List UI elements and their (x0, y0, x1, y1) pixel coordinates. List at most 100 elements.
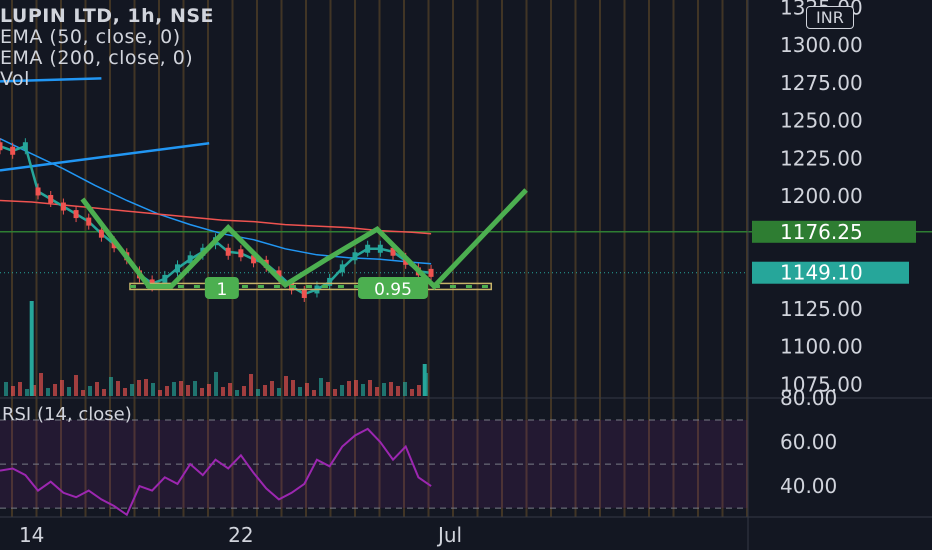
x-tick-label: 14 (19, 523, 44, 547)
candle-body (301, 289, 307, 298)
legend-ema50: EMA (50, close, 0) (0, 26, 181, 48)
volume-bar (221, 387, 225, 396)
candle-body (238, 249, 244, 258)
legend-ema200: EMA (200, close, 0) (0, 47, 194, 69)
volume-bar (361, 384, 365, 396)
volume-bar (214, 372, 218, 396)
y-tick-label: 1200.00 (780, 184, 863, 208)
volume-bar (39, 373, 43, 396)
volume-bar (333, 389, 337, 396)
y-tick-label: 1300.00 (780, 33, 863, 57)
volume-bar (200, 388, 204, 396)
candle-body (339, 264, 345, 273)
candle-body (225, 247, 231, 256)
candle-body (98, 229, 104, 238)
volume-bar (144, 379, 148, 396)
volume-bar (326, 382, 330, 396)
chart-root: 10.951325.001075.001100.001125.001150.00… (0, 0, 932, 550)
volume-bar (109, 377, 113, 396)
volume-bar (11, 386, 15, 396)
candle-body (0, 142, 3, 151)
volume-bar (263, 385, 267, 396)
volume-bar (256, 389, 260, 396)
volume-bar (4, 382, 8, 396)
pattern-ratio-label: 1 (216, 280, 227, 300)
candle-body (35, 187, 41, 196)
volume-bar (193, 381, 197, 396)
candle-body (86, 217, 92, 226)
x-tick-label: Jul (436, 523, 462, 547)
volume-bar (130, 384, 134, 396)
volume-bar (403, 382, 407, 396)
volume-bar (123, 388, 127, 396)
candle-body (365, 244, 371, 253)
volume-bar (382, 383, 386, 396)
volume-bar (137, 380, 141, 396)
rsi-tick-label: 60.00 (780, 430, 837, 454)
volume-bar (340, 385, 344, 396)
volume-bar (389, 382, 393, 396)
y-tick-label: 1250.00 (780, 109, 863, 133)
volume-bar (102, 389, 106, 396)
y-tick-label: 1275.00 (780, 71, 863, 95)
volume-bar (284, 376, 288, 396)
volume-spike-bar (29, 301, 34, 396)
volume-bar (305, 383, 309, 396)
volume-bar (375, 387, 379, 396)
volume-bar (417, 385, 421, 396)
y-tick-label: 1100.00 (780, 335, 863, 359)
volume-bar (95, 382, 99, 396)
volume-bar (18, 382, 22, 396)
volume-bar (74, 375, 78, 396)
volume-bar (410, 389, 414, 396)
candle-body (10, 146, 16, 155)
volume-bar (242, 386, 246, 396)
y-tick-label: 1225.00 (780, 146, 863, 170)
volume-bar (354, 380, 358, 396)
volume-bar (158, 390, 162, 396)
volume-bar (81, 390, 85, 396)
volume-bar (277, 388, 281, 396)
volume-bar (291, 380, 295, 396)
volume-bar (53, 384, 57, 396)
volume-last-bar (422, 364, 427, 396)
volume-bar (179, 381, 183, 396)
volume-bar (228, 383, 232, 396)
currency-badge[interactable]: INR (806, 6, 854, 29)
candle-body (377, 244, 383, 253)
candle-body (22, 142, 28, 151)
pattern-ratio-label: 0.95 (374, 280, 412, 300)
volume-bar (347, 381, 351, 396)
candle-body (60, 202, 66, 211)
volume-bar (46, 388, 50, 396)
volume-bar (396, 386, 400, 396)
candle-body (428, 268, 434, 277)
volume-bar (25, 389, 29, 396)
volume-bar (298, 387, 302, 396)
rsi-tick-label: 40.00 (780, 474, 837, 498)
candle-body (174, 264, 180, 273)
candle-body (73, 210, 79, 219)
y-tick-label: 1125.00 (780, 297, 863, 321)
resistance-price-label: 1176.25 (780, 220, 863, 244)
volume-bar (67, 387, 71, 396)
volume-bar (249, 374, 253, 396)
volume-bar (186, 385, 190, 396)
volume-bar (235, 390, 239, 396)
volume-bar (207, 384, 211, 396)
volume-bar (151, 383, 155, 396)
volume-bar (368, 380, 372, 396)
rsi-legend: RSI (14, close) (2, 404, 132, 425)
volume-bar (88, 386, 92, 396)
rsi-tick-label: 80.00 (780, 386, 837, 410)
legend-volume: Vol (0, 68, 30, 90)
volume-bar (270, 381, 274, 396)
last-price-label: 1149.10 (780, 261, 863, 285)
volume-bar (172, 382, 176, 396)
candle-body (162, 274, 168, 283)
volume-bar (319, 378, 323, 396)
volume-bar (165, 386, 169, 396)
chart-title: LUPIN LTD, 1h, NSE (0, 5, 215, 27)
volume-bar (60, 380, 64, 396)
candle-body (48, 195, 54, 203)
